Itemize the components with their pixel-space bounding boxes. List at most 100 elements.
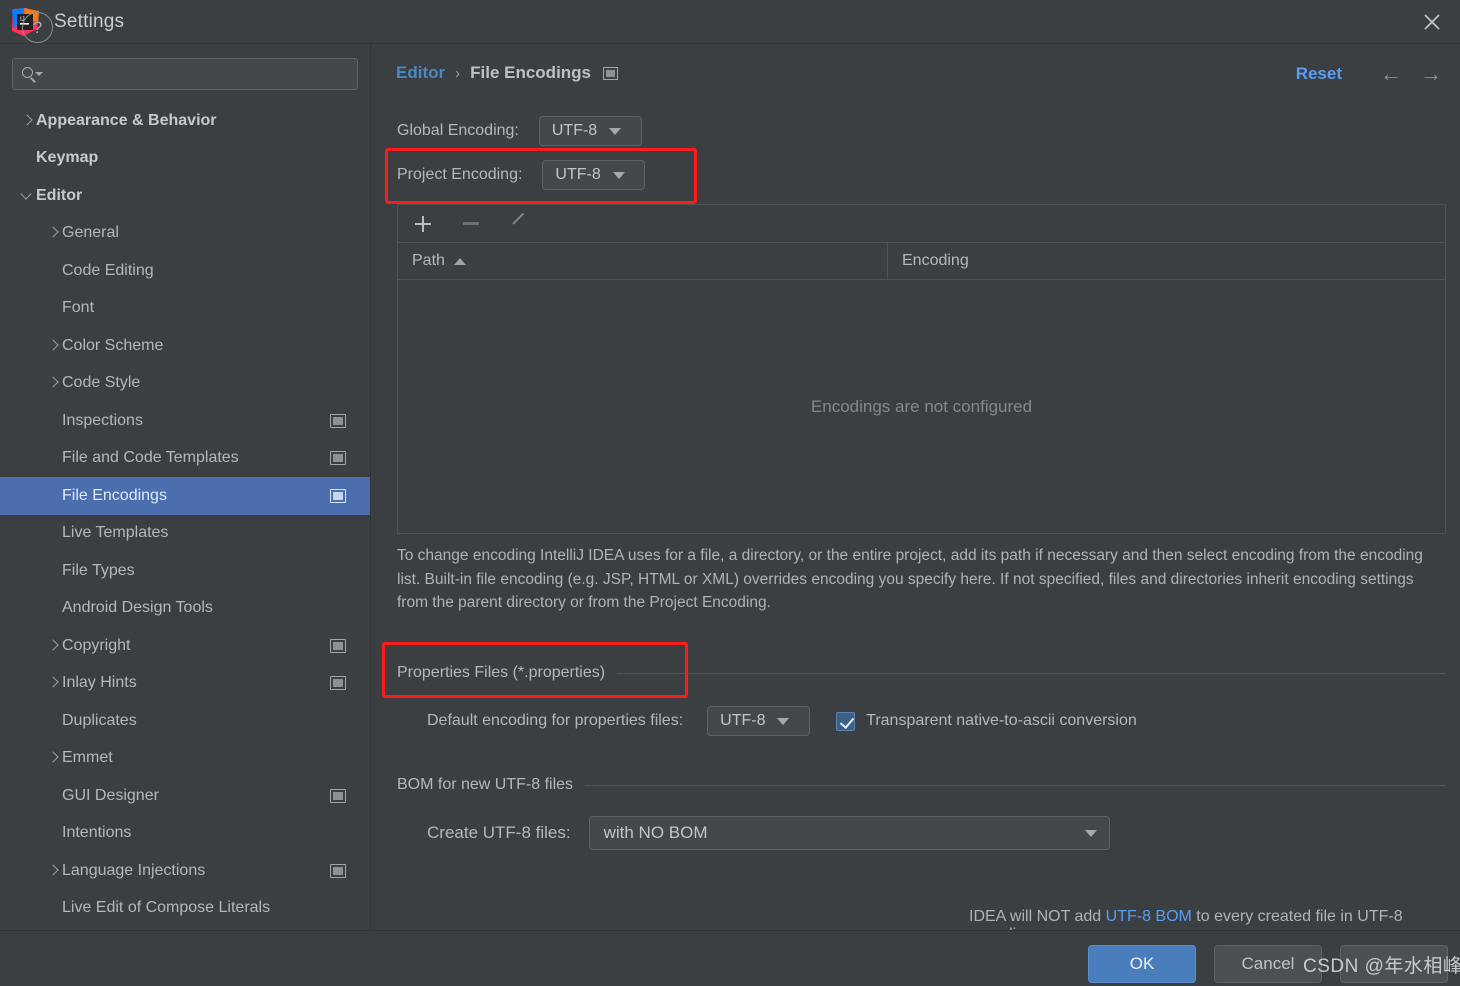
close-icon[interactable] bbox=[1404, 0, 1460, 43]
sidebar-item-live-templates[interactable]: Live Templates bbox=[0, 515, 370, 553]
sidebar-item-label: General bbox=[62, 224, 119, 242]
chevron-right-icon[interactable] bbox=[44, 374, 62, 392]
sidebar-item-inspections[interactable]: Inspections bbox=[0, 402, 370, 440]
column-header-path-label: Path bbox=[412, 252, 445, 269]
pencil-icon bbox=[510, 215, 528, 233]
sidebar-item-file-encodings[interactable]: File Encodings bbox=[0, 477, 370, 515]
chevron-right-icon[interactable] bbox=[18, 112, 36, 130]
properties-default-encoding-value: UTF-8 bbox=[720, 712, 766, 729]
sidebar-item-label: Font bbox=[62, 299, 95, 317]
sidebar-item-language-injections[interactable]: Language Injections bbox=[0, 852, 370, 890]
settings-dialog: IJ Settings Appearance & Behavior Keymap E… bbox=[0, 0, 1460, 986]
bom-hint-prefix: IDEA will NOT add bbox=[969, 908, 1106, 925]
chevron-down-icon bbox=[609, 127, 622, 135]
column-header-encoding-label: Encoding bbox=[902, 252, 969, 269]
chevron-right-icon[interactable] bbox=[44, 337, 62, 355]
sidebar-item-label: Code Editing bbox=[62, 261, 154, 279]
ok-button[interactable]: OK bbox=[1088, 945, 1196, 983]
sidebar-item-code-editing[interactable]: Code Editing bbox=[0, 252, 370, 290]
sidebar-item-label: File Encodings bbox=[62, 486, 167, 504]
help-button[interactable]: ? bbox=[22, 12, 53, 43]
settings-main-panel: Editor › File Encodings Reset ← → Global… bbox=[371, 44, 1460, 930]
sidebar-item-inlay-hints[interactable]: Inlay Hints bbox=[0, 665, 370, 703]
chevron-right-icon[interactable] bbox=[44, 674, 62, 692]
chevron-down-icon[interactable] bbox=[18, 187, 36, 205]
sidebar-item-file-and-code-templates[interactable]: File and Code Templates bbox=[0, 440, 370, 478]
arrow-right-icon[interactable]: → bbox=[1420, 63, 1442, 85]
reset-button[interactable]: Reset bbox=[1296, 64, 1342, 84]
create-utf8-combo[interactable]: with NO BOM bbox=[588, 816, 1110, 850]
plus-icon bbox=[415, 215, 431, 232]
properties-files-group-title: Properties Files (*.properties) bbox=[397, 664, 606, 681]
sidebar-item-android-design-tools[interactable]: Android Design Tools bbox=[0, 590, 370, 628]
project-scope-icon bbox=[330, 451, 346, 466]
sidebar-item-copyright[interactable]: Copyright bbox=[0, 627, 370, 665]
breadcrumb-parent[interactable]: Editor bbox=[396, 63, 445, 83]
global-encoding-value: UTF-8 bbox=[551, 122, 598, 139]
sidebar-item-label: Emmet bbox=[62, 749, 113, 767]
arrow-left-icon[interactable]: ← bbox=[1380, 63, 1402, 85]
project-encoding-label: Project Encoding: bbox=[397, 166, 523, 183]
transparent-conversion-label[interactable]: Transparent native-to-ascii conversion bbox=[866, 712, 1137, 730]
sidebar-item-appearance-behavior[interactable]: Appearance & Behavior bbox=[0, 102, 370, 140]
chevron-right-icon[interactable] bbox=[44, 862, 62, 880]
properties-default-encoding-combo[interactable]: UTF-8 bbox=[707, 706, 811, 736]
sidebar-item-live-edit-of-compose-literals[interactable]: Live Edit of Compose Literals bbox=[0, 890, 370, 928]
sidebar-item-label: Duplicates bbox=[62, 711, 137, 729]
table-empty-text: Encodings are not configured bbox=[810, 396, 1033, 416]
sidebar-item-label: Live Edit of Compose Literals bbox=[62, 899, 271, 917]
sidebar-item-label: Android Design Tools bbox=[62, 599, 213, 617]
bom-hint: IDEA will NOT add UTF-8 BOM to every cre… bbox=[969, 908, 1460, 930]
sidebar-item-keymap[interactable]: Keymap bbox=[0, 140, 370, 178]
search-input[interactable] bbox=[43, 66, 349, 82]
sidebar-item-general[interactable]: General bbox=[0, 215, 370, 253]
utf8-bom-link[interactable]: UTF-8 BOM bbox=[1106, 908, 1192, 925]
global-encoding-combo[interactable]: UTF-8 bbox=[538, 116, 642, 146]
sidebar-item-gui-designer[interactable]: GUI Designer bbox=[0, 777, 370, 815]
sidebar-item-label: Live Templates bbox=[62, 524, 169, 542]
column-header-encoding[interactable]: Encoding bbox=[888, 252, 969, 270]
chevron-right-icon[interactable] bbox=[44, 749, 62, 767]
sidebar-item-editor[interactable]: Editor bbox=[0, 177, 370, 215]
sidebar-item-file-types[interactable]: File Types bbox=[0, 552, 370, 590]
sidebar-item-emmet[interactable]: Emmet bbox=[0, 740, 370, 778]
transparent-conversion-checkbox[interactable] bbox=[836, 711, 856, 731]
edit-path-button[interactable] bbox=[504, 211, 534, 237]
chevron-down-icon bbox=[777, 717, 790, 725]
search-box[interactable] bbox=[12, 58, 358, 90]
chevron-right-icon[interactable] bbox=[44, 224, 62, 242]
chevron-down-icon bbox=[1084, 829, 1097, 837]
bom-group-title: BOM for new UTF-8 files bbox=[397, 776, 574, 793]
sidebar-item-color-scheme[interactable]: Color Scheme bbox=[0, 327, 370, 365]
project-encoding-combo[interactable]: UTF-8 bbox=[542, 160, 646, 190]
sidebar-item-code-style[interactable]: Code Style bbox=[0, 365, 370, 403]
sidebar-item-label: Appearance & Behavior bbox=[36, 111, 217, 129]
remove-path-button[interactable] bbox=[456, 211, 486, 237]
encodings-table-toolbar bbox=[397, 204, 1446, 242]
sidebar-item-intentions[interactable]: Intentions bbox=[0, 815, 370, 853]
window-title: Settings bbox=[54, 10, 125, 32]
bom-group-header: BOM for new UTF-8 files bbox=[397, 776, 1446, 794]
sidebar-item-font[interactable]: Font bbox=[0, 290, 370, 328]
properties-default-encoding-row: Default encoding for properties files: U… bbox=[427, 706, 1137, 736]
chevron-right-icon[interactable] bbox=[44, 637, 62, 655]
project-scope-icon bbox=[330, 488, 346, 503]
properties-files-group-header: Properties Files (*.properties) bbox=[397, 664, 1446, 682]
encodings-table-body[interactable]: Encodings are not configured bbox=[397, 280, 1446, 534]
column-header-path[interactable]: Path bbox=[398, 243, 888, 279]
add-path-button[interactable] bbox=[408, 211, 438, 237]
sidebar-item-label: Intentions bbox=[62, 824, 132, 842]
project-encoding-row: Project Encoding: UTF-8 bbox=[397, 160, 646, 190]
sidebar-item-duplicates[interactable]: Duplicates bbox=[0, 702, 370, 740]
sidebar-item-label: Editor bbox=[36, 186, 83, 204]
